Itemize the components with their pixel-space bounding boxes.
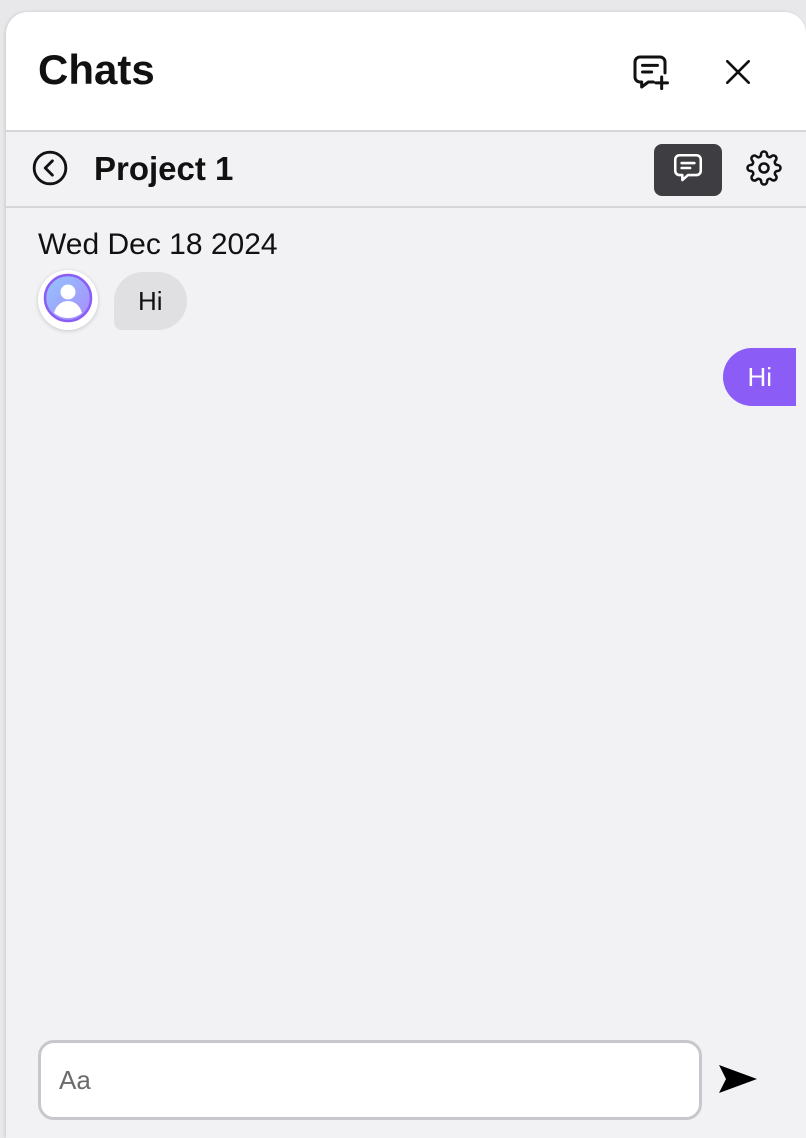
close-button[interactable] [714, 50, 762, 98]
date-separator: Wed Dec 18 2024 [38, 228, 278, 261]
new-chat-button[interactable] [626, 50, 674, 98]
chat-panel: Chats Project 1 Wed Dec 18 2024 Hi Hi Aa [6, 12, 806, 1138]
conversation-header: Project 1 [6, 132, 806, 208]
message-input[interactable] [38, 1040, 702, 1120]
settings-button[interactable] [744, 149, 784, 191]
message-plus-icon [630, 52, 670, 97]
send-icon [717, 1062, 759, 1101]
user-avatar-icon [43, 273, 93, 328]
avatar [38, 270, 98, 330]
send-button[interactable] [712, 1058, 764, 1104]
conversation-title: Project 1 [94, 150, 234, 187]
incoming-message-bubble: Hi [114, 272, 187, 330]
chat-panel-header: Chats [6, 12, 806, 132]
message-composer [6, 1028, 806, 1138]
gear-icon [746, 149, 782, 191]
outgoing-message-bubble: Hi [723, 348, 796, 406]
close-icon [722, 56, 754, 93]
message-list[interactable]: Wed Dec 18 2024 Hi Hi [6, 208, 806, 1028]
back-button[interactable] [30, 150, 70, 190]
chevron-left-circle-icon [31, 149, 69, 192]
chat-view-button[interactable] [654, 144, 722, 196]
panel-title: Chats [38, 46, 155, 93]
message-square-icon [671, 151, 705, 190]
